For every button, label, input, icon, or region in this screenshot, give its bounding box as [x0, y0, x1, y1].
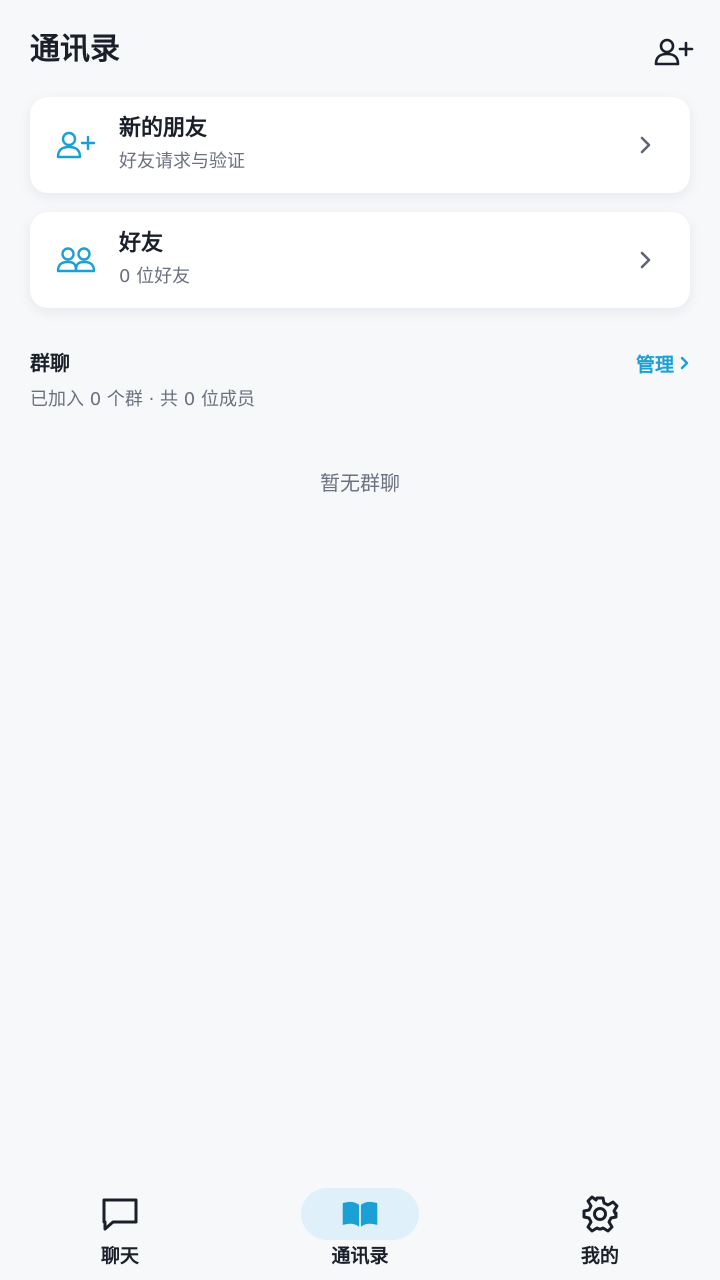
add-contact-button[interactable]	[652, 32, 696, 72]
new-friends-subtitle: 好友请求与验证	[119, 151, 245, 172]
book-icon	[340, 1194, 380, 1234]
friends-count: 0 位好友	[119, 266, 191, 287]
chevron-right-icon	[640, 251, 651, 269]
nav-item-me[interactable]: 我的	[480, 1170, 720, 1280]
groups-section-title: 群聊	[30, 351, 70, 375]
person-add-icon	[56, 127, 96, 163]
gear-icon	[580, 1194, 620, 1234]
chat-bubble-icon	[100, 1194, 140, 1234]
nav-label-me: 我的	[580, 1245, 619, 1267]
people-icon	[56, 242, 96, 278]
friends-card[interactable]: 好友 0 位好友	[30, 212, 690, 308]
manage-groups-button[interactable]: 管理	[636, 348, 690, 378]
chevron-right-icon	[680, 356, 689, 370]
nav-label-contacts: 通讯录	[331, 1245, 389, 1267]
manage-label: 管理	[635, 353, 674, 376]
page-title: 通讯录	[30, 32, 120, 67]
nav-item-contacts[interactable]: 通讯录	[240, 1170, 480, 1280]
friends-title: 好友	[119, 231, 164, 256]
groups-summary: 已加入 0 个群 · 共 0 位成员	[30, 389, 255, 410]
person-add-icon	[654, 38, 694, 66]
new-friends-title: 新的朋友	[119, 116, 208, 141]
header: 通讯录	[0, 0, 720, 100]
chevron-right-icon	[640, 136, 651, 154]
bottom-navigation: 聊天 通讯录 我的	[0, 1170, 720, 1280]
nav-item-chat[interactable]: 聊天	[0, 1170, 240, 1280]
new-friends-card[interactable]: 新的朋友 好友请求与验证	[30, 97, 690, 193]
nav-label-chat: 聊天	[100, 1245, 139, 1267]
empty-groups-message: 暂无群聊	[320, 471, 400, 495]
